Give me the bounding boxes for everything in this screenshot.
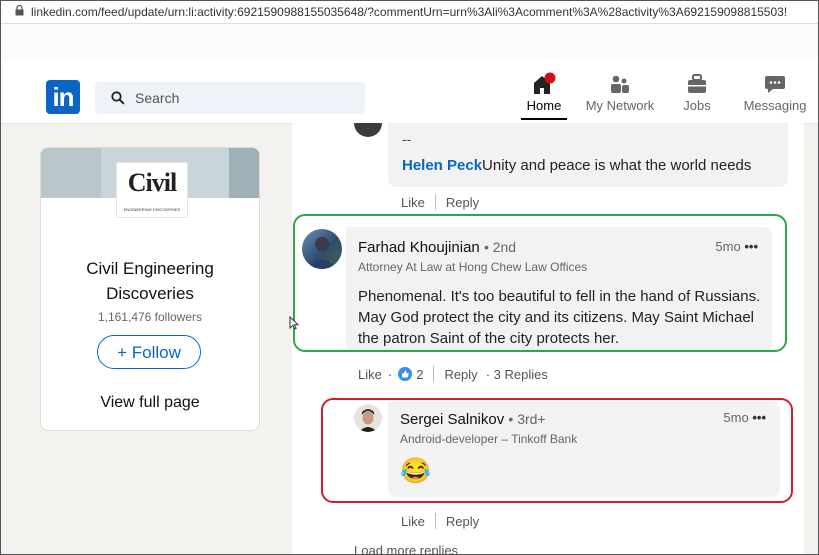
comment-actions-previous: Like Reply: [401, 194, 479, 210]
search-box[interactable]: Search: [95, 82, 365, 114]
like-reaction-icon: [398, 367, 413, 381]
url-text[interactable]: linkedin.com/feed/update/urn:li:activity…: [31, 5, 787, 19]
company-logo[interactable]: Civil ENGINEERING DISCOVERIES: [116, 162, 188, 218]
view-full-page-link[interactable]: View full page: [41, 394, 259, 412]
comment-dash: --: [402, 131, 412, 147]
mention-link[interactable]: Helen Peck: [402, 157, 482, 174]
briefcase-icon: [677, 72, 717, 96]
company-name-line2: Discoveries: [106, 284, 194, 303]
comment-actions-main: Like · 2 Reply · 3 Replies: [358, 366, 548, 382]
comment-bubble-previous: -- Helen PeckUnity and peace is what the…: [388, 123, 788, 187]
reply-actions: Like Reply: [401, 513, 479, 529]
comment-text-previous: Helen PeckUnity and peace is what the wo…: [402, 157, 751, 174]
address-bar[interactable]: linkedin.com/feed/update/urn:li:activity…: [1, 1, 818, 24]
separator-dot: ·: [387, 366, 393, 382]
like-button[interactable]: Like: [401, 514, 425, 529]
company-card: Civil ENGINEERING DISCOVERIES Civil Engi…: [40, 147, 260, 431]
like-button[interactable]: Like: [401, 195, 425, 210]
reply-button[interactable]: Reply: [446, 514, 479, 529]
nav-jobs-label: Jobs: [683, 98, 711, 113]
browser-window: linkedin.com/feed/update/urn:li:activity…: [0, 0, 819, 555]
company-name[interactable]: Civil Engineering Discoveries: [41, 256, 259, 306]
nav-messaging-label: Messaging: [743, 98, 807, 113]
company-logo-subtext: ENGINEERING DISCOVERIES: [123, 207, 181, 212]
reply-button[interactable]: Reply: [444, 367, 477, 382]
reaction-count[interactable]: 2: [416, 367, 423, 382]
faded-toolbar: [1, 24, 818, 60]
linkedin-top-nav: in Search Home My Network Jobs Messaging: [1, 60, 818, 124]
comment-body-previous: Unity and peace is what the world needs: [482, 157, 752, 174]
nav-my-network[interactable]: My Network: [582, 72, 658, 118]
nav-jobs[interactable]: Jobs: [677, 72, 717, 118]
search-placeholder: Search: [135, 90, 180, 106]
company-name-line1: Civil Engineering: [86, 259, 214, 278]
company-followers: 1,161,476 followers: [97, 310, 203, 324]
messaging-icon: [737, 72, 813, 96]
follow-button[interactable]: + Follow: [97, 335, 201, 369]
avatar[interactable]: [354, 123, 382, 137]
lock-icon: [15, 4, 24, 19]
nav-home[interactable]: Home: [521, 72, 567, 120]
nav-my-network-label: My Network: [585, 98, 655, 113]
mouse-cursor-icon: [289, 315, 300, 335]
linkedin-logo[interactable]: in: [46, 80, 80, 114]
nav-home-label: Home: [526, 98, 562, 113]
company-logo-text: Civil: [127, 168, 177, 197]
reply-button[interactable]: Reply: [446, 195, 479, 210]
search-icon: [111, 91, 125, 105]
like-button[interactable]: Like: [358, 367, 382, 382]
network-icon: [582, 72, 658, 96]
load-more-replies-link[interactable]: Load more replies: [354, 543, 458, 554]
highlight-box-red: [321, 398, 793, 503]
home-icon: [521, 72, 567, 96]
nav-messaging[interactable]: Messaging: [737, 72, 813, 118]
replies-count[interactable]: · 3 Replies: [486, 367, 548, 382]
highlight-box-green: [293, 214, 787, 352]
